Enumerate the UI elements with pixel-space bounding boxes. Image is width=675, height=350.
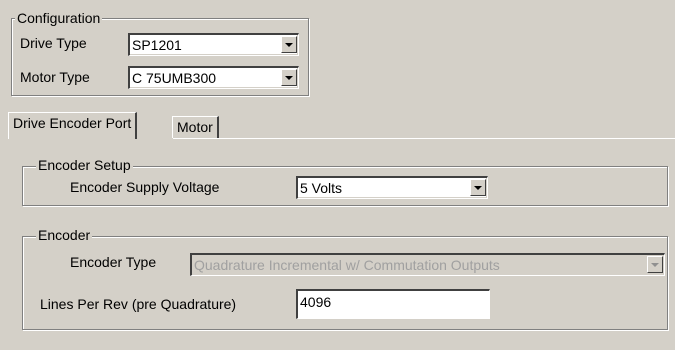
encoder-type-value: Quadrature Incremental w/ Commutation Ou… bbox=[194, 257, 500, 273]
drive-type-label: Drive Type bbox=[20, 35, 87, 51]
encoder-supply-voltage-select[interactable]: 5 Volts bbox=[296, 176, 488, 199]
chevron-down-icon bbox=[285, 75, 293, 80]
drive-type-dropdown-button[interactable] bbox=[281, 36, 297, 53]
encoder-type-select[interactable]: Quadrature Incremental w/ Commutation Ou… bbox=[190, 253, 665, 276]
chevron-down-icon bbox=[651, 262, 659, 267]
encoder-supply-voltage-dropdown-button[interactable] bbox=[470, 179, 486, 196]
drive-type-value: SP1201 bbox=[132, 37, 182, 53]
encoder-setup-legend: Encoder Setup bbox=[36, 157, 133, 173]
encoder-legend: Encoder bbox=[36, 227, 93, 243]
configuration-legend: Configuration bbox=[15, 10, 103, 26]
motor-type-label: Motor Type bbox=[20, 69, 90, 85]
encoder-supply-voltage-value: 5 Volts bbox=[300, 180, 343, 196]
encoder-type-dropdown-button[interactable] bbox=[647, 256, 663, 273]
motor-type-value: C 75UMB300 bbox=[132, 70, 217, 86]
encoder-supply-voltage-label: Encoder Supply Voltage bbox=[70, 179, 220, 195]
encoder-type-label: Encoder Type bbox=[70, 254, 157, 270]
motor-type-select[interactable]: C 75UMB300 bbox=[128, 66, 299, 89]
lines-per-rev-label: Lines Per Rev (pre Quadrature) bbox=[40, 296, 237, 312]
tab-strip-border bbox=[173, 138, 675, 139]
drive-type-select[interactable]: SP1201 bbox=[128, 33, 299, 56]
tab-drive-encoder-port[interactable]: Drive Encoder Port bbox=[8, 112, 138, 139]
tab-motor[interactable]: Motor bbox=[172, 116, 219, 138]
chevron-down-icon bbox=[285, 42, 293, 47]
lines-per-rev-input[interactable]: 4096 bbox=[296, 289, 490, 319]
lines-per-rev-value: 4096 bbox=[300, 294, 332, 310]
chevron-down-icon bbox=[474, 185, 482, 190]
motor-type-dropdown-button[interactable] bbox=[281, 69, 297, 86]
